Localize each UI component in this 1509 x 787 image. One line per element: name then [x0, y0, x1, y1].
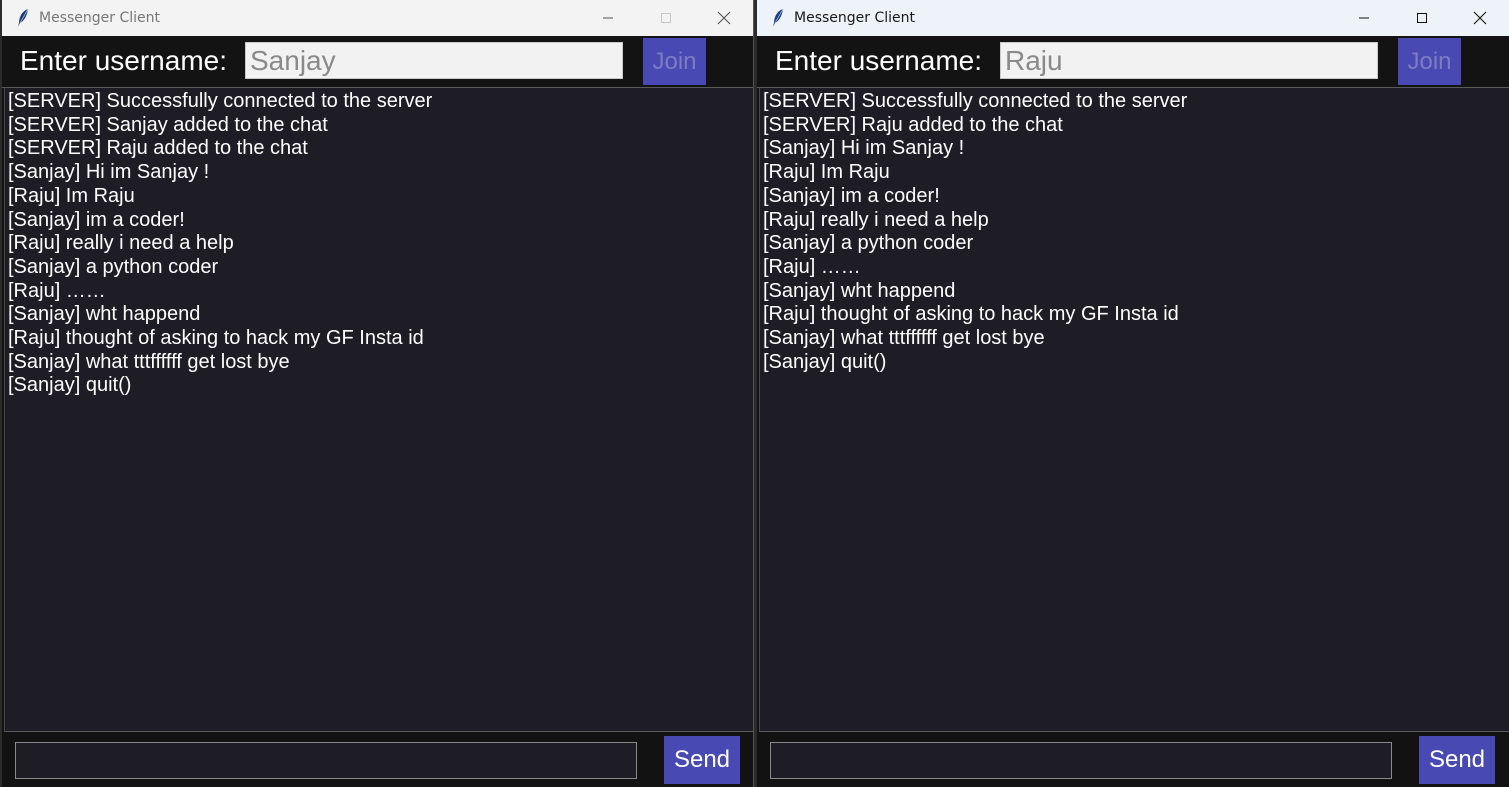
maximize-icon — [661, 13, 671, 23]
chat-message: [Raju] thought of asking to hack my GF I… — [763, 303, 1179, 326]
chat-message: [Raju] Im Raju — [763, 161, 890, 184]
username-input[interactable]: Sanjay — [245, 42, 623, 79]
chat-message: [Sanjay] im a coder! — [8, 208, 185, 231]
chat-message: [Sanjay] im a coder! — [763, 184, 940, 207]
window-controls — [1335, 0, 1509, 36]
send-button[interactable]: Send — [664, 736, 740, 784]
window-title: Messenger Client — [794, 10, 916, 26]
chat-message: [Raju] …… — [763, 255, 861, 278]
close-icon — [717, 11, 731, 25]
window-controls — [579, 0, 753, 36]
minimize-button[interactable] — [1335, 0, 1393, 36]
title-bar[interactable]: Messenger Client — [2, 0, 753, 36]
chat-message: [Raju] really i need a help — [8, 232, 234, 255]
chat-message: [Raju] really i need a help — [763, 208, 989, 231]
chat-log[interactable]: [SERVER] Successfully connected to the s… — [759, 88, 1509, 732]
minimize-icon — [1359, 17, 1369, 19]
chat-log[interactable]: [SERVER] Successfully connected to the s… — [4, 88, 753, 732]
title-bar[interactable]: Messenger Client — [757, 0, 1509, 36]
username-bar: Enter username: Sanjay Join — [2, 36, 753, 88]
message-input[interactable] — [770, 742, 1392, 779]
close-button[interactable] — [695, 0, 753, 36]
chat-message: [SERVER] Successfully connected to the s… — [763, 90, 1188, 112]
chat-message: [Raju] …… — [8, 279, 106, 302]
username-label: Enter username: — [775, 45, 982, 76]
chat-message: [Sanjay] wht happend — [763, 279, 956, 302]
minimize-button[interactable] — [579, 0, 637, 36]
feather-icon — [771, 8, 785, 28]
window-title: Messenger Client — [39, 10, 161, 26]
chat-message: [Sanjay] wht happend — [8, 303, 201, 326]
join-button[interactable]: Join — [643, 38, 706, 85]
chat-message: [Sanjay] Hi im Sanjay ! — [763, 137, 965, 160]
username-bar: Enter username: Raju Join — [757, 36, 1509, 88]
maximize-button[interactable] — [637, 0, 695, 36]
maximize-button[interactable] — [1393, 0, 1451, 36]
chat-message: [SERVER] Sanjay added to the chat — [8, 113, 328, 136]
feather-icon — [16, 8, 30, 28]
chat-message: [Raju] thought of asking to hack my GF I… — [8, 327, 424, 350]
messenger-window-sanjay: Messenger Client Enter username: Sanjay … — [2, 0, 754, 787]
send-button[interactable]: Send — [1419, 736, 1495, 784]
username-input[interactable]: Raju — [1000, 42, 1378, 79]
chat-message: [Sanjay] what tttffffff get lost bye — [763, 327, 1045, 350]
minimize-icon — [603, 17, 613, 19]
chat-message: [Raju] Im Raju — [8, 184, 135, 207]
message-bar: Send — [757, 733, 1509, 787]
desktop: Messenger Client Enter username: Sanjay … — [0, 0, 1509, 787]
messenger-window-raju: Messenger Client Enter username: Raju Jo… — [757, 0, 1509, 787]
join-button[interactable]: Join — [1398, 38, 1461, 85]
chat-message: [Sanjay] a python coder — [763, 232, 974, 255]
chat-message: [SERVER] Raju added to the chat — [763, 113, 1063, 136]
chat-message: [Sanjay] quit() — [763, 350, 887, 373]
chat-message: [Sanjay] what tttffffff get lost bye — [8, 350, 290, 373]
close-icon — [1473, 11, 1487, 25]
chat-message: [Sanjay] Hi im Sanjay ! — [8, 161, 210, 184]
chat-message: [SERVER] Successfully connected to the s… — [8, 90, 433, 112]
chat-message: [SERVER] Raju added to the chat — [8, 137, 308, 160]
message-bar: Send — [2, 733, 753, 787]
chat-message: [Sanjay] a python coder — [8, 255, 219, 278]
message-input[interactable] — [15, 742, 637, 779]
username-label: Enter username: — [20, 45, 227, 76]
close-button[interactable] — [1451, 0, 1509, 36]
maximize-icon — [1417, 13, 1427, 23]
chat-message: [Sanjay] quit() — [8, 374, 132, 397]
